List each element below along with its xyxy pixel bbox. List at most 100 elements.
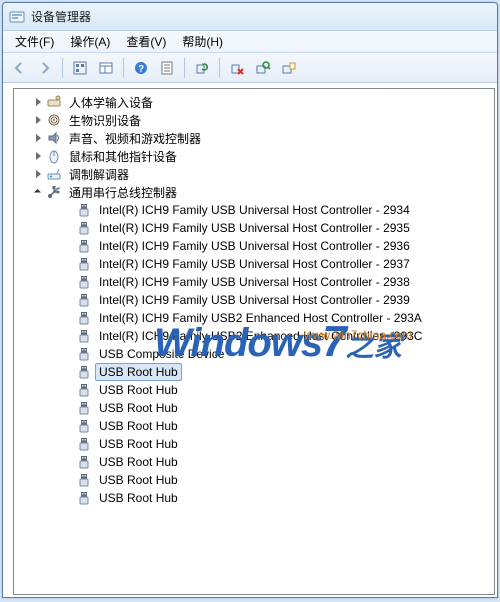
usb-icon <box>76 292 92 308</box>
tree-node-label: USB Root Hub <box>95 363 182 381</box>
biometric-icon <box>46 112 62 128</box>
menubar: 文件(F) 操作(A) 查看(V) 帮助(H) <box>3 31 497 53</box>
usb-icon <box>76 202 92 218</box>
expand-icon[interactable] <box>32 132 44 144</box>
tree-node-label: USB Root Hub <box>95 471 182 489</box>
usb-icon <box>76 382 92 398</box>
content-area: 人体学输入设备生物识别设备声音、视频和游戏控制器鼠标和其他指针设备调制解调器通用… <box>3 83 497 597</box>
tree-node-label: Intel(R) ICH9 Family USB2 Enhanced Host … <box>95 309 426 327</box>
tree-node-usb-3[interactable]: Intel(R) ICH9 Family USB Universal Host … <box>14 255 494 273</box>
expander-blank <box>62 222 74 234</box>
tree-node-usb-11[interactable]: USB Root Hub <box>14 399 494 417</box>
tree-node-label: Intel(R) ICH9 Family USB Universal Host … <box>95 291 414 309</box>
menu-help[interactable]: 帮助(H) <box>174 31 231 52</box>
toolbar-scan-button[interactable] <box>251 56 275 80</box>
tree-node-usb-category[interactable]: 通用串行总线控制器 <box>14 183 494 201</box>
tree-node-usb-16[interactable]: USB Root Hub <box>14 489 494 507</box>
tree-node-usb-13[interactable]: USB Root Hub <box>14 435 494 453</box>
tree-node-label: USB Root Hub <box>95 489 182 507</box>
expand-icon[interactable] <box>32 96 44 108</box>
device-tree[interactable]: 人体学输入设备生物识别设备声音、视频和游戏控制器鼠标和其他指针设备调制解调器通用… <box>13 88 495 595</box>
app-icon <box>9 9 25 25</box>
usb-icon <box>76 238 92 254</box>
tree-node-cat-1[interactable]: 生物识别设备 <box>14 111 494 129</box>
toolbar-props-button[interactable] <box>94 56 118 80</box>
tree-node-cat-4[interactable]: 调制解调器 <box>14 165 494 183</box>
toolbar-separator <box>184 58 185 78</box>
tree-node-usb-14[interactable]: USB Root Hub <box>14 453 494 471</box>
svg-text:?: ? <box>138 64 144 75</box>
expander-blank <box>62 384 74 396</box>
titlebar[interactable]: 设备管理器 <box>3 3 497 31</box>
toolbar-update-button[interactable] <box>277 56 301 80</box>
tree-node-label: Intel(R) ICH9 Family USB2 Enhanced Host … <box>95 327 426 345</box>
expander-blank <box>62 402 74 414</box>
toolbar: ? <box>3 53 497 83</box>
expander-blank <box>62 438 74 450</box>
usb-icon <box>76 436 92 452</box>
usb-icon <box>76 364 92 380</box>
tree-node-usb-7[interactable]: Intel(R) ICH9 Family USB2 Enhanced Host … <box>14 327 494 345</box>
mouse-icon <box>46 148 62 164</box>
tree-node-label: USB Root Hub <box>95 381 182 399</box>
toolbar-separator <box>219 58 220 78</box>
expander-blank <box>62 420 74 432</box>
expand-icon[interactable] <box>32 114 44 126</box>
usb-icon <box>76 274 92 290</box>
tree-node-label: USB Root Hub <box>95 453 182 471</box>
tree-node-cat-3[interactable]: 鼠标和其他指针设备 <box>14 147 494 165</box>
menu-view[interactable]: 查看(V) <box>118 31 174 52</box>
toolbar-back-button[interactable] <box>7 56 31 80</box>
tree-node-label: USB Root Hub <box>95 417 182 435</box>
toolbar-disable-button[interactable] <box>225 56 249 80</box>
menu-file[interactable]: 文件(F) <box>7 31 62 52</box>
expander-blank <box>62 330 74 342</box>
tree-node-usb-9[interactable]: USB Root Hub <box>14 363 494 381</box>
usb-icon <box>76 256 92 272</box>
toolbar-separator <box>123 58 124 78</box>
tree-node-usb-4[interactable]: Intel(R) ICH9 Family USB Universal Host … <box>14 273 494 291</box>
usb-icon <box>76 346 92 362</box>
hid-icon <box>46 94 62 110</box>
usb-icon <box>76 310 92 326</box>
tree-node-label: Intel(R) ICH9 Family USB Universal Host … <box>95 219 414 237</box>
sound-icon <box>46 130 62 146</box>
usb-icon <box>76 418 92 434</box>
modem-icon <box>46 166 62 182</box>
tree-node-cat-0[interactable]: 人体学输入设备 <box>14 93 494 111</box>
expand-icon[interactable] <box>32 150 44 162</box>
tree-node-usb-8[interactable]: USB Composite Device <box>14 345 494 363</box>
window-title: 设备管理器 <box>31 8 91 25</box>
device-manager-window: 设备管理器 文件(F) 操作(A) 查看(V) 帮助(H) ? <box>2 2 498 598</box>
expander-blank <box>62 312 74 324</box>
expander-blank <box>62 474 74 486</box>
tree-node-cat-2[interactable]: 声音、视频和游戏控制器 <box>14 129 494 147</box>
tree-node-label: Intel(R) ICH9 Family USB Universal Host … <box>95 273 414 291</box>
toolbar-refresh-button[interactable] <box>190 56 214 80</box>
toolbar-help-button[interactable]: ? <box>129 56 153 80</box>
usb-icon <box>76 454 92 470</box>
tree-node-label: Intel(R) ICH9 Family USB Universal Host … <box>95 255 414 273</box>
tree-node-usb-15[interactable]: USB Root Hub <box>14 471 494 489</box>
tree-node-usb-2[interactable]: Intel(R) ICH9 Family USB Universal Host … <box>14 237 494 255</box>
tree-node-usb-0[interactable]: Intel(R) ICH9 Family USB Universal Host … <box>14 201 494 219</box>
expander-blank <box>62 258 74 270</box>
usb-icon <box>76 472 92 488</box>
expand-icon[interactable] <box>32 168 44 180</box>
collapse-icon[interactable] <box>32 186 44 198</box>
tree-node-label: Intel(R) ICH9 Family USB Universal Host … <box>95 237 414 255</box>
toolbar-view-button[interactable] <box>68 56 92 80</box>
usb-icon <box>76 328 92 344</box>
tree-node-usb-6[interactable]: Intel(R) ICH9 Family USB2 Enhanced Host … <box>14 309 494 327</box>
tree-node-usb-5[interactable]: Intel(R) ICH9 Family USB Universal Host … <box>14 291 494 309</box>
usb-icon <box>76 220 92 236</box>
tree-node-usb-12[interactable]: USB Root Hub <box>14 417 494 435</box>
toolbar-properties-button[interactable] <box>155 56 179 80</box>
toolbar-forward-button[interactable] <box>33 56 57 80</box>
usbcat-icon <box>46 184 62 200</box>
expander-blank <box>62 456 74 468</box>
tree-node-usb-1[interactable]: Intel(R) ICH9 Family USB Universal Host … <box>14 219 494 237</box>
menu-action[interactable]: 操作(A) <box>62 31 118 52</box>
expander-blank <box>62 204 74 216</box>
tree-node-usb-10[interactable]: USB Root Hub <box>14 381 494 399</box>
